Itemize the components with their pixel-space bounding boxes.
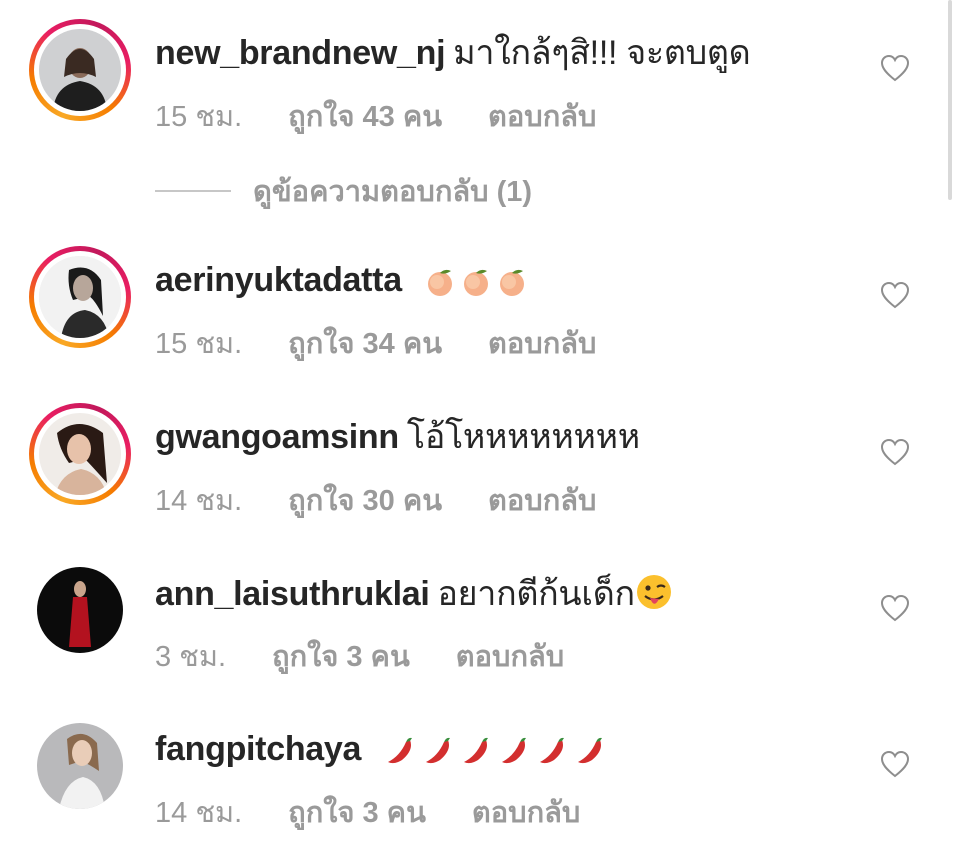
comment-line: ann_laisuthruklai อยากตีก้นเด็ก	[155, 573, 673, 614]
comment-line: new_brandnew_nj มาใกล้ๆสิ!!! จะตบตูด	[155, 33, 751, 73]
comment-username[interactable]: ann_laisuthruklai	[155, 575, 430, 613]
avatar	[39, 413, 121, 495]
peach-emoji	[425, 267, 455, 297]
comment-likes[interactable]: ถูกใจ 43 คน	[288, 99, 442, 135]
reply-button[interactable]: ตอบกลับ	[488, 99, 596, 135]
reply-button[interactable]: ตอบกลับ	[488, 326, 596, 362]
heart-outline-icon[interactable]	[880, 281, 910, 309]
avatar-story-ring[interactable]	[29, 403, 131, 505]
comment-line: aerinyuktadatta	[155, 260, 527, 300]
comment-item: fangpitchaya 14 ชม. ถูกใจ 3 คน ตอบกลับ	[0, 715, 960, 835]
comment-time: 15 ชม.	[155, 101, 243, 133]
comment-time: 3 ชม.	[155, 641, 227, 673]
comment-item: ann_laisuthruklai อยากตีก้นเด็ก 3 ชม. ถูกใ…	[0, 559, 960, 679]
avatar-story-ring[interactable]	[29, 246, 131, 348]
divider	[155, 190, 231, 192]
hot-pepper-emoji	[384, 734, 416, 766]
comment-text: อยากตีก้นเด็ก	[437, 575, 636, 613]
avatar	[37, 567, 123, 653]
comment-text: มาใกล้ๆสิ!!! จะตบตูด	[453, 34, 751, 72]
comment-item: gwangoamsinn โอ้โหหหหหหหห 14 ชม. ถูกใจ 30 …	[0, 403, 960, 523]
comment-line: fangpitchaya	[155, 729, 606, 769]
heart-outline-icon[interactable]	[880, 750, 910, 778]
comment-username[interactable]: aerinyuktadatta	[155, 261, 402, 299]
comment-likes[interactable]: ถูกใจ 30 คน	[288, 483, 442, 519]
hot-pepper-emoji	[536, 734, 568, 766]
comment-username[interactable]: new_brandnew_nj	[155, 34, 446, 72]
comment-meta: 14 ชม. ถูกใจ 30 คน ตอบกลับ	[155, 483, 596, 519]
peach-emoji	[461, 267, 491, 297]
view-replies-button[interactable]: ดูข้อความตอบกลับ (1)	[155, 168, 532, 208]
comment-text: โอ้โหหหหหหหห	[406, 418, 640, 456]
reply-button[interactable]: ตอบกลับ	[488, 483, 596, 519]
avatar	[37, 723, 123, 809]
avatar-wrap[interactable]	[29, 715, 131, 817]
comment-likes[interactable]: ถูกใจ 3 คน	[288, 795, 426, 831]
hot-pepper-emoji	[422, 734, 454, 766]
avatar	[39, 29, 121, 111]
comment-time: 15 ชม.	[155, 328, 243, 360]
hot-pepper-emoji	[498, 734, 530, 766]
hot-pepper-emoji	[460, 734, 492, 766]
comment-meta: 15 ชม. ถูกใจ 34 คน ตอบกลับ	[155, 326, 596, 362]
comment-meta: 14 ชม. ถูกใจ 3 คน ตอบกลับ	[155, 795, 580, 831]
avatar-wrap[interactable]	[29, 559, 131, 661]
comment-time: 14 ชม.	[155, 797, 243, 829]
comment-likes[interactable]: ถูกใจ 34 คน	[288, 326, 442, 362]
comment-username[interactable]: fangpitchaya	[155, 730, 361, 768]
comment-item: new_brandnew_nj มาใกล้ๆสิ!!! จะตบตูด 15 ช…	[0, 19, 960, 139]
avatar	[39, 256, 121, 338]
reply-button[interactable]: ตอบกลับ	[456, 639, 564, 675]
winking-tongue-emoji	[635, 573, 673, 611]
comment-meta: 3 ชม. ถูกใจ 3 คน ตอบกลับ	[155, 639, 564, 675]
heart-outline-icon[interactable]	[880, 54, 910, 82]
comment-item: aerinyuktadatta 15 ชม. ถูกใจ 34 คน ตอบกลับ	[0, 246, 960, 366]
peach-emoji	[497, 267, 527, 297]
comment-username[interactable]: gwangoamsinn	[155, 418, 399, 456]
view-replies-label: ดูข้อความตอบกลับ (1)	[253, 176, 533, 208]
heart-outline-icon[interactable]	[880, 594, 910, 622]
comment-meta: 15 ชม. ถูกใจ 43 คน ตอบกลับ	[155, 99, 596, 135]
reply-button[interactable]: ตอบกลับ	[472, 795, 580, 831]
heart-outline-icon[interactable]	[880, 438, 910, 466]
comment-time: 14 ชม.	[155, 485, 243, 517]
hot-pepper-emoji	[574, 734, 606, 766]
comment-likes[interactable]: ถูกใจ 3 คน	[272, 639, 410, 675]
avatar-story-ring[interactable]	[29, 19, 131, 121]
comment-line: gwangoamsinn โอ้โหหหหหหหห	[155, 417, 640, 457]
